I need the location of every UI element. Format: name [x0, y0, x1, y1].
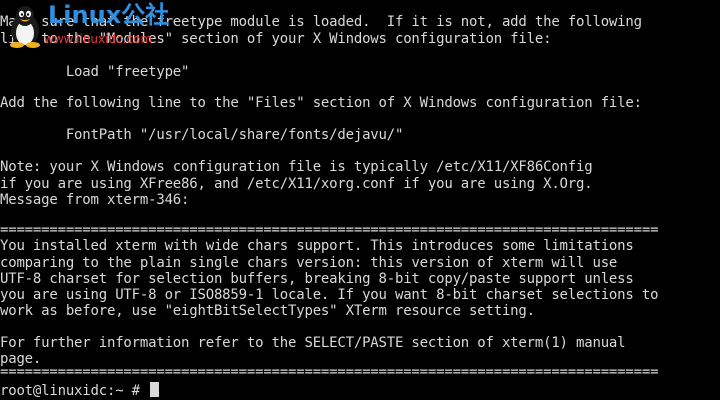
terminal-line: Message from xterm-346:: [0, 192, 190, 208]
shell-prompt-line[interactable]: root@linuxidc:~ #: [0, 382, 160, 399]
watermark-logo: Linux公社 www.linuxidc.com: [4, 2, 204, 50]
terminal-line: Load "freetype": [0, 64, 190, 80]
watermark-url: www.linuxidc.com: [44, 32, 153, 46]
terminal-line: UTF-8 charset for selection buffers, bre…: [0, 271, 634, 287]
terminal-line: For further information refer to the SEL…: [0, 335, 626, 351]
separator-line: ========================================…: [0, 364, 659, 380]
terminal-line: Note: your X Windows configuration file …: [0, 159, 593, 175]
terminal-window[interactable]: Make sure that the freetype module is lo…: [0, 0, 720, 400]
tux-penguin-icon: [10, 6, 40, 48]
terminal-line: if you are using XFree86, and /etc/X11/x…: [0, 176, 593, 192]
terminal-line: Add the following line to the "Files" se…: [0, 95, 642, 111]
terminal-line: work as before, use "eightBitSelectTypes…: [0, 303, 535, 319]
terminal-line: comparing to the plain single chars vers…: [0, 255, 618, 271]
separator-line: ========================================…: [0, 222, 659, 238]
shell-prompt: root@linuxidc:~ #: [0, 383, 149, 399]
terminal-line: FontPath "/usr/local/share/fonts/dejavu/…: [0, 127, 404, 143]
terminal-line: You installed xterm with wide chars supp…: [0, 238, 634, 254]
terminal-line: you are using UTF-8 or ISO8859-1 locale.…: [0, 287, 659, 303]
watermark-logo-text: Linux公社: [48, 1, 170, 29]
text-cursor: [150, 382, 160, 397]
